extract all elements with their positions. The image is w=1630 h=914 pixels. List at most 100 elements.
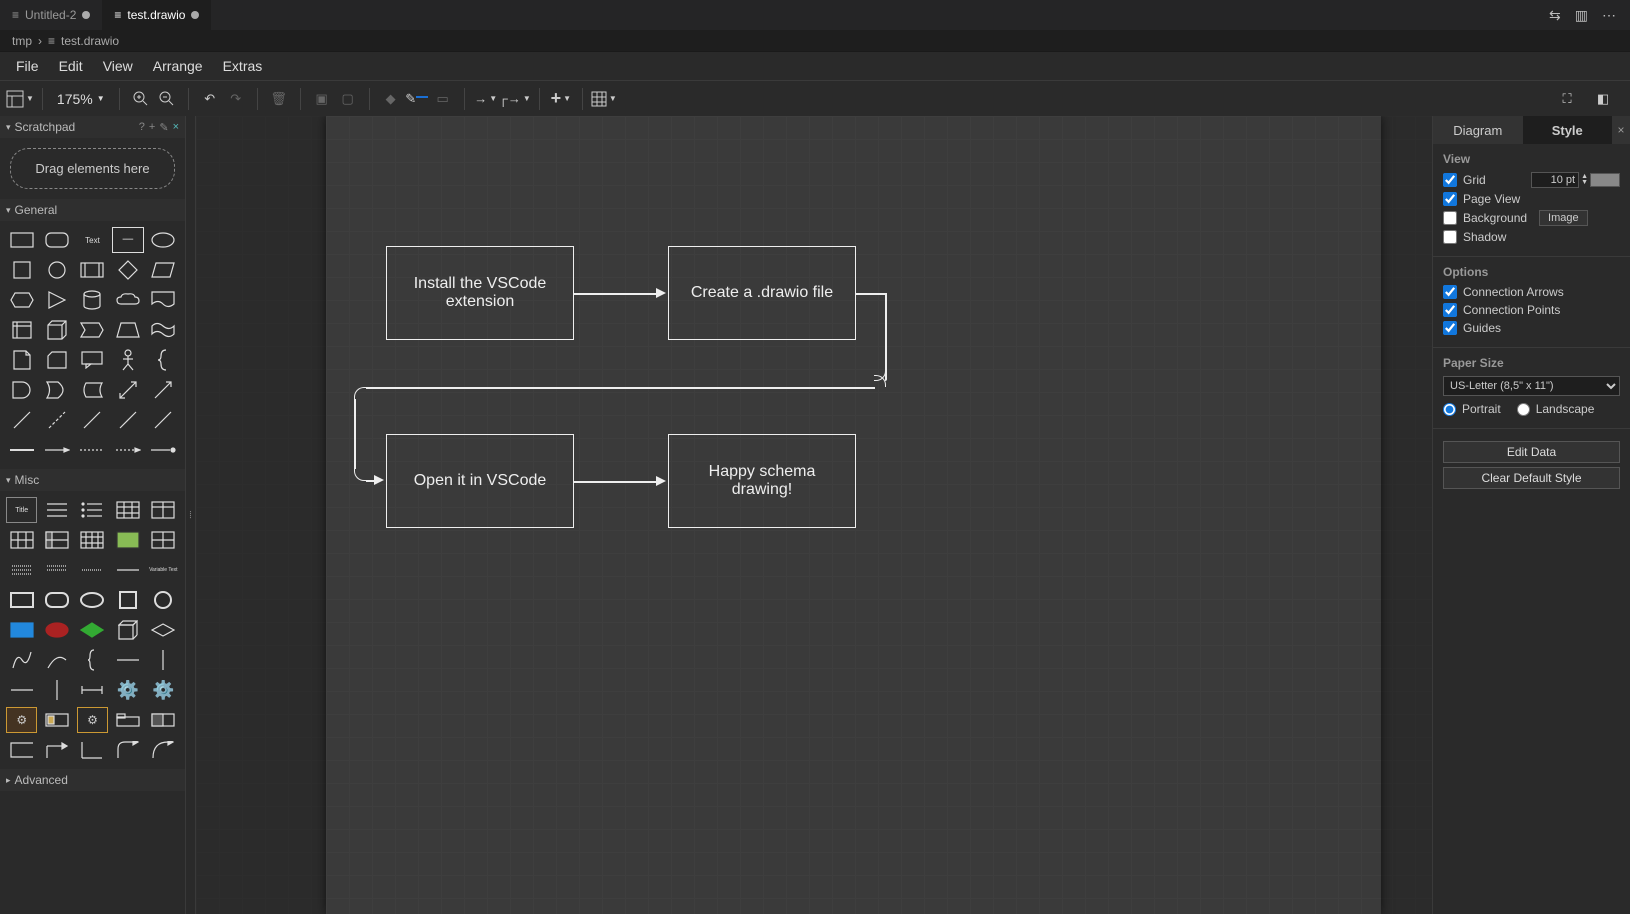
scratchpad-add-icon[interactable]: + [149,121,155,134]
breadcrumb-segment[interactable]: test.drawio [61,34,119,48]
shape-step[interactable] [77,317,108,343]
shape-list1[interactable] [41,497,72,523]
shape-blue-rect[interactable] [6,617,37,643]
shadow-icon[interactable]: ▭ [430,86,456,112]
shape-gear-box[interactable]: ⚙ [6,707,37,733]
shape-note[interactable] [6,347,37,373]
background-image-button[interactable]: Image [1539,210,1588,226]
to-back-icon[interactable]: ▢ [335,86,361,112]
delete-icon[interactable]: 🗑 [266,86,292,112]
menu-arrange[interactable]: Arrange [143,54,213,78]
shape-dash-block2[interactable] [41,557,72,583]
shape-square[interactable] [6,257,37,283]
canvas-paper[interactable]: Install the VSCode extension Create a .d… [326,116,1381,914]
shape-line2[interactable] [77,407,108,433]
shape-circle[interactable] [41,257,72,283]
menu-view[interactable]: View [93,54,143,78]
shape-process[interactable] [77,257,108,283]
connection-arrows-checkbox[interactable] [1443,285,1457,299]
shape-var-text[interactable]: Variable Text [148,557,179,583]
shape-cube[interactable] [41,317,72,343]
shape-grid4[interactable] [148,527,179,553]
shape-thick-rect[interactable] [6,587,37,613]
compare-icon[interactable]: ⇆ [1549,7,1561,24]
shape-gear2[interactable]: ⚙️ [148,677,179,703]
landscape-radio[interactable] [1517,403,1530,416]
split-editor-icon[interactable]: ▥ [1575,7,1588,24]
scratchpad-header[interactable]: ▾ Scratchpad ? + ✎ × [0,116,185,138]
general-shapes-header[interactable]: ▾ General [0,199,185,221]
shape-diamond[interactable] [112,257,143,283]
shape-title[interactable]: Title [6,497,37,523]
connection-style-icon[interactable]: →▼ [473,86,499,112]
shape-hr[interactable] [112,557,143,583]
shape-connector-5[interactable] [148,437,179,463]
shape-textbox[interactable]: ═══ [112,227,143,253]
scratchpad-edit-icon[interactable]: ✎ [159,121,168,134]
shape-parallelogram[interactable] [148,257,179,283]
shape-hexagon[interactable] [6,287,37,313]
view-mode-icon[interactable]: ▼ [6,86,34,112]
shape-bracket-l[interactable] [6,737,37,763]
shape-dash-block[interactable] [6,557,37,583]
shape-label-box[interactable] [41,707,72,733]
shape-thick-ellipse[interactable] [77,587,108,613]
shape-grid1[interactable] [6,527,37,553]
clear-default-style-button[interactable]: Clear Default Style [1443,467,1620,489]
shape-datastore[interactable] [77,377,108,403]
shape-connector-3[interactable] [77,437,108,463]
shape-corner-arrow2[interactable] [112,737,143,763]
shape-connector-1[interactable] [6,437,37,463]
editor-tab-untitled[interactable]: ≡ Untitled-2 [0,0,102,30]
shadow-checkbox[interactable] [1443,230,1457,244]
table-icon[interactable]: ▼ [591,86,617,112]
editor-tab-test-drawio[interactable]: ≡ test.drawio [102,0,211,30]
shape-arrow[interactable] [148,377,179,403]
shape-gear-box2[interactable]: ⚙ [77,707,108,733]
advanced-shapes-header[interactable]: ▸ Advanced [0,769,185,791]
shape-thick-square[interactable] [112,587,143,613]
shape-line3[interactable] [112,407,143,433]
shape-rect[interactable] [6,227,37,253]
grid-color-swatch[interactable] [1590,173,1620,187]
shape-vline[interactable] [148,647,179,673]
diagram-node-4[interactable]: Happy schema drawing! [668,434,856,528]
background-checkbox[interactable] [1443,211,1457,225]
shape-thick-rounded[interactable] [41,587,72,613]
diagram-edge[interactable] [574,481,658,483]
shape-cloud[interactable] [112,287,143,313]
shape-internal-storage[interactable] [6,317,37,343]
shape-tab-box[interactable] [112,707,143,733]
shape-table2[interactable] [148,497,179,523]
misc-shapes-header[interactable]: ▾ Misc [0,469,185,491]
insert-icon[interactable]: +▼ [548,86,574,112]
shape-hline2[interactable] [6,677,37,703]
shape-curve[interactable] [41,647,72,673]
zoom-out-icon[interactable] [154,86,180,112]
scratchpad-help-icon[interactable]: ? [139,121,145,134]
redo-icon[interactable]: ↷ [223,86,249,112]
scratchpad-close-icon[interactable]: × [173,121,179,134]
canvas[interactable]: Install the VSCode extension Create a .d… [196,116,1432,914]
shape-trapezoid[interactable] [112,317,143,343]
shape-connector-2[interactable] [41,437,72,463]
shape-highlight[interactable] [112,527,143,553]
shape-callout[interactable] [77,347,108,373]
menu-edit[interactable]: Edit [49,54,93,78]
line-color-icon[interactable]: ✎ [404,86,430,112]
shape-vline2[interactable] [41,677,72,703]
menu-file[interactable]: File [6,54,49,78]
edit-data-button[interactable]: Edit Data [1443,441,1620,463]
shape-red-ellipse[interactable] [41,617,72,643]
to-front-icon[interactable]: ▣ [309,86,335,112]
fullscreen-icon[interactable]: ⛶ [1554,86,1580,112]
portrait-radio[interactable] [1443,403,1456,416]
diagram-edge[interactable] [574,293,658,295]
diagram-edge[interactable] [354,399,356,469]
shape-corner[interactable] [77,737,108,763]
shape-list2[interactable] [77,497,108,523]
tab-style[interactable]: Style [1523,116,1613,144]
shape-dashed-line[interactable] [41,407,72,433]
shape-table1[interactable] [112,497,143,523]
shape-green-diamond[interactable] [77,617,108,643]
